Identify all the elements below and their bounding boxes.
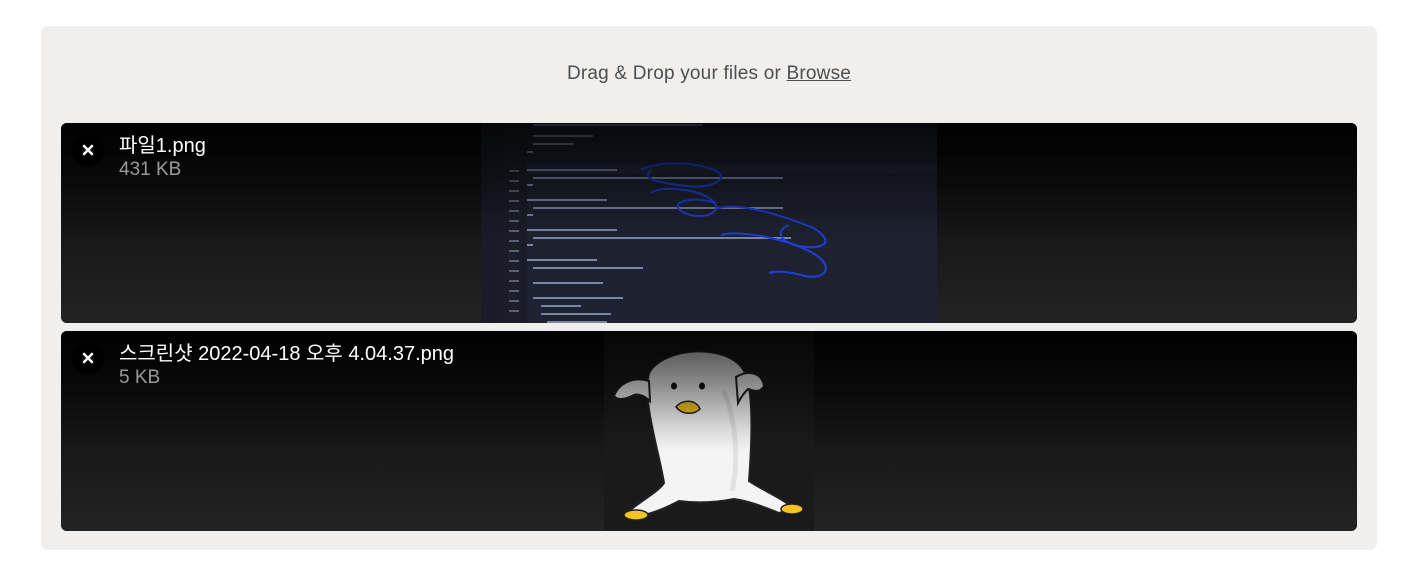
file-item: 스크린샷 2022-04-18 오후 4.04.37.png 5 KB: [61, 331, 1357, 531]
close-icon: [82, 352, 94, 364]
file-name: 스크린샷 2022-04-18 오후 4.04.37.png: [119, 343, 455, 365]
file-name: 파일1.png: [119, 135, 206, 157]
dropzone-label-text: Drag & Drop your files or: [566, 63, 787, 84]
file-thumbnail: [481, 123, 937, 323]
file-info: 파일1.png 431 KB: [119, 134, 206, 182]
file-thumbnail: [604, 331, 814, 531]
file-item: 파일1.png 431 KB: [61, 123, 1357, 323]
dropzone-label: Drag & Drop your files or Browse: [41, 63, 1377, 85]
code-editor-screenshot-image: [481, 123, 937, 323]
file-info: 스크린샷 2022-04-18 오후 4.04.37.png 5 KB: [119, 342, 454, 390]
file-dropzone[interactable]: Drag & Drop your files or Browse 파일1.png…: [41, 26, 1377, 550]
file-size: 5 KB: [119, 367, 161, 388]
file-size: 431 KB: [119, 159, 182, 180]
close-icon: [82, 144, 94, 156]
penguin-sticker-image: [604, 331, 814, 531]
remove-file-button[interactable]: [72, 342, 104, 374]
thumb-backdrop-right: [814, 331, 1357, 531]
browse-link[interactable]: Browse: [787, 63, 852, 84]
remove-file-button[interactable]: [72, 134, 104, 166]
thumb-backdrop-right: [937, 123, 1357, 323]
